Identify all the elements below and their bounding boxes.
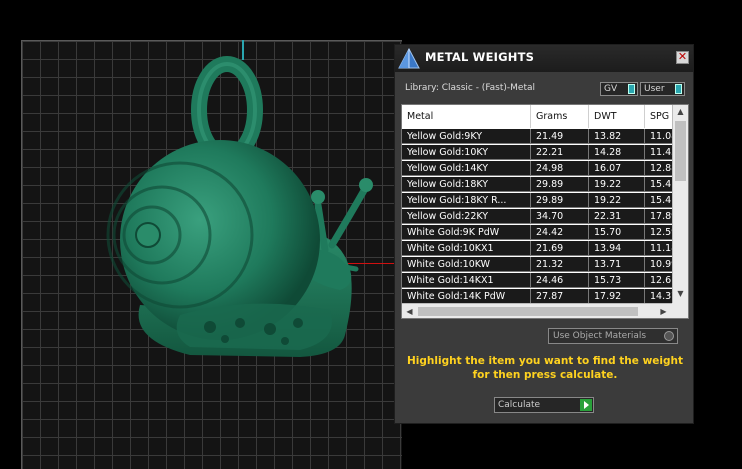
cell-metal: White Gold:10KX1 [402,241,531,256]
library-label: Library: Classic - (Fast)-Metal [405,83,536,93]
snail-pendant-model[interactable] [100,55,390,365]
column-header-metal[interactable]: Metal [402,105,531,128]
cell-metal: White Gold:10KW [402,257,531,272]
cell-metal: White Gold:14KX1 [402,273,531,288]
table-row[interactable]: Yellow Gold:14KY 24.98 16.07 12.88 [402,161,685,176]
cell-metal: Yellow Gold:9KY [402,129,531,144]
cell-grams: 24.42 [531,225,589,240]
cell-grams: 29.89 [531,193,589,208]
user-toggle[interactable]: User [640,82,685,96]
cell-grams: 24.46 [531,273,589,288]
cell-dwt: 13.71 [589,257,645,272]
column-header-dwt[interactable]: DWT [589,105,645,128]
dialog-title: METAL WEIGHTS [425,50,535,64]
cell-grams: 21.32 [531,257,589,272]
user-toggle-label: User [644,84,665,94]
scrollbar-corner [672,303,688,318]
cell-grams: 22.21 [531,145,589,160]
close-icon[interactable]: ✕ [676,51,689,64]
table-row[interactable]: White Gold:10KW 21.32 13.71 10.99 [402,257,685,272]
cell-grams: 24.98 [531,161,589,176]
cell-dwt: 17.92 [589,289,645,304]
scroll-up-icon[interactable]: ▲ [673,107,688,116]
metal-weights-table[interactable]: Metal Grams DWT SPG Yellow Gold:9KY 21.49… [401,104,689,319]
calculate-label: Calculate [498,400,541,410]
cell-metal: Yellow Gold:22KY [402,209,531,224]
table-header: Metal Grams DWT SPG [402,105,685,128]
play-arrow-icon [580,399,592,411]
cell-dwt: 19.22 [589,193,645,208]
table-row[interactable]: Yellow Gold:18KY R... 29.89 19.22 15.41 [402,193,685,208]
cell-dwt: 13.82 [589,129,645,144]
gv-toggle[interactable]: GV [600,82,638,96]
vertical-scroll-thumb[interactable] [675,121,686,181]
cell-metal: Yellow Gold:18KY R... [402,193,531,208]
user-toggle-knob [675,84,682,94]
dialog-titlebar[interactable]: METAL WEIGHTS ✕ [395,45,693,72]
calculate-button[interactable]: Calculate [494,397,594,413]
cell-dwt: 19.22 [589,177,645,192]
column-header-grams[interactable]: Grams [531,105,589,128]
scroll-down-icon[interactable]: ▼ [673,289,688,298]
cell-metal: White Gold:14K PdW [402,289,531,304]
use-object-materials-label: Use Object Materials [553,331,647,341]
horizontal-scrollbar[interactable]: ◀ ▶ [402,303,672,318]
cell-grams: 21.49 [531,129,589,144]
cell-grams: 34.70 [531,209,589,224]
scroll-right-icon[interactable]: ▶ [656,307,671,316]
table-row[interactable]: Yellow Gold:18KY 29.89 19.22 15.41 [402,177,685,192]
vertical-scrollbar[interactable]: ▲ ▼ [672,105,688,303]
use-object-materials-option[interactable]: Use Object Materials [548,328,678,344]
gv-toggle-knob [628,84,635,94]
cell-metal: Yellow Gold:10KY [402,145,531,160]
table-row[interactable]: Yellow Gold:10KY 22.21 14.28 11.45 [402,145,685,160]
cell-dwt: 22.31 [589,209,645,224]
table-row[interactable]: White Gold:9K PdW 24.42 15.70 12.59 [402,225,685,240]
instruction-text: Highlight the item you want to find the … [407,355,683,381]
table-row[interactable]: Yellow Gold:22KY 34.70 22.31 17.89 [402,209,685,224]
cell-grams: 27.87 [531,289,589,304]
cell-metal: White Gold:9K PdW [402,225,531,240]
table-row[interactable]: White Gold:14K PdW 27.87 17.92 14.37 [402,289,685,304]
cell-dwt: 15.73 [589,273,645,288]
cell-dwt: 14.28 [589,145,645,160]
cell-grams: 29.89 [531,177,589,192]
table-row[interactable]: White Gold:10KX1 21.69 13.94 11.18 [402,241,685,256]
cell-metal: Yellow Gold:18KY [402,177,531,192]
cell-dwt: 15.70 [589,225,645,240]
cell-grams: 21.69 [531,241,589,256]
radio-icon[interactable] [664,331,674,341]
cell-metal: Yellow Gold:14KY [402,161,531,176]
tetrahedron-logo-icon [398,47,420,69]
cell-dwt: 16.07 [589,161,645,176]
table-row[interactable]: White Gold:14KX1 24.46 15.73 12.61 [402,273,685,288]
scroll-left-icon[interactable]: ◀ [402,307,417,316]
horizontal-scroll-thumb[interactable] [418,307,638,316]
metal-weights-dialog: METAL WEIGHTS ✕ Library: Classic - (Fast… [394,44,694,424]
table-row[interactable]: Yellow Gold:9KY 21.49 13.82 11.08 [402,129,685,144]
gv-toggle-label: GV [604,84,618,94]
cell-dwt: 13.94 [589,241,645,256]
